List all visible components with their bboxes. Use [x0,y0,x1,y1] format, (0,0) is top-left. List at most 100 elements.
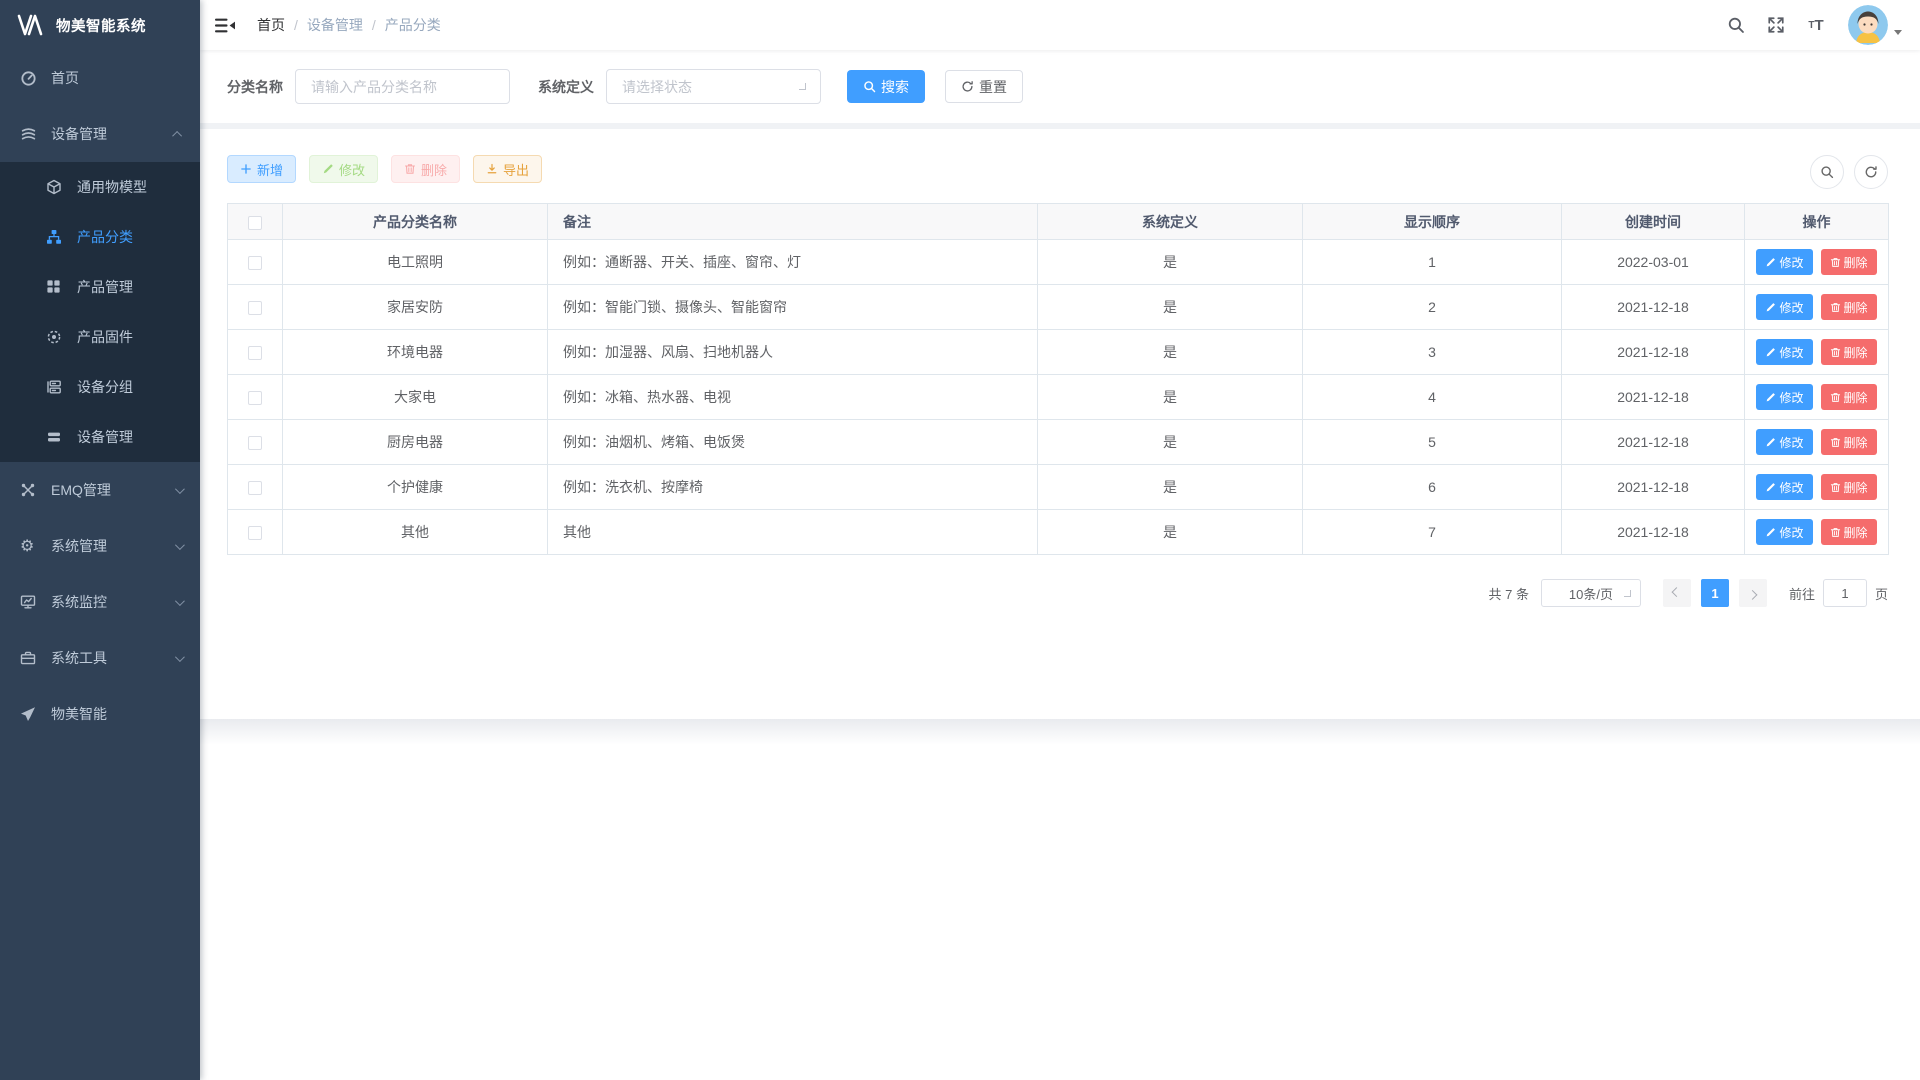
delete-button-label: 删除 [421,160,447,179]
row-edit-button[interactable]: 修改 [1756,249,1812,275]
row-delete-button[interactable]: 删除 [1821,429,1877,455]
sidebar-item-home[interactable]: 首页 [0,50,200,106]
row-checkbox[interactable] [248,391,262,405]
device-list-icon [46,429,63,446]
cell-created: 2021-12-18 [1562,375,1745,420]
chevron-down-icon [175,652,185,662]
row-delete-label: 删除 [1844,479,1868,496]
category-tree-icon [46,229,63,246]
row-checkbox[interactable] [248,346,262,360]
column-header-action: 操作 [1745,204,1889,240]
refresh-icon[interactable] [1854,155,1888,189]
sidebar-item-thing-model[interactable]: 通用物模型 [0,162,200,212]
sidebar-item-device-list[interactable]: 设备管理 [0,412,200,462]
sidebar-item-system-monitor[interactable]: 系统监控 [0,574,200,630]
cell-order: 7 [1303,510,1562,555]
export-button-label: 导出 [503,160,529,179]
goto-page-input[interactable] [1823,579,1867,607]
add-button-label: 新增 [257,160,283,179]
row-delete-button[interactable]: 删除 [1821,339,1877,365]
next-page-button[interactable] [1739,579,1767,607]
font-size-icon[interactable]: TT [1800,5,1832,45]
search-icon[interactable] [1720,5,1752,45]
table-row[interactable]: 大家电 例如：冰箱、热水器、电视 是 4 2021-12-18 修改删除 [228,375,1889,420]
table-row[interactable]: 环境电器 例如：加湿器、风扇、扫地机器人 是 3 2021-12-18 修改删除 [228,330,1889,375]
cell-name: 家居安防 [283,285,548,330]
row-checkbox[interactable] [248,481,262,495]
row-edit-label: 修改 [1779,299,1803,316]
navbar-tools: TT [1720,5,1902,45]
cell-order: 3 [1303,330,1562,375]
sidebar-item-product-category[interactable]: 产品分类 [0,212,200,262]
chevron-left-icon [1672,587,1682,597]
toggle-search-icon[interactable] [1810,155,1844,189]
breadcrumb-home[interactable]: 首页 [257,15,285,35]
app-logo[interactable]: 物美智能系统 [0,0,200,50]
table-toolbar: 新增 修改 删除 导出 [227,155,1888,189]
sidebar-item-product-management[interactable]: 产品管理 [0,262,200,312]
row-edit-button[interactable]: 修改 [1756,474,1812,500]
row-checkbox[interactable] [248,301,262,315]
sidebar-item-system-management[interactable]: ⚙ 系统管理 [0,518,200,574]
sidebar-item-label: 系统管理 [51,536,175,556]
page-number-button[interactable]: 1 [1701,579,1729,607]
prev-page-button[interactable] [1663,579,1691,607]
sidebar-item-product-firmware[interactable]: 产品固件 [0,312,200,362]
page-size-select[interactable]: 10条/页 [1541,579,1641,607]
sidebar-item-system-tools[interactable]: 系统工具 [0,630,200,686]
table-row[interactable]: 其他 其他 是 7 2021-12-18 修改删除 [228,510,1889,555]
grid-icon [46,279,63,296]
export-button[interactable]: 导出 [473,155,542,183]
system-defined-select[interactable]: 请选择状态 [606,69,821,104]
column-header-created: 创建时间 [1562,204,1745,240]
sidebar-item-device-group[interactable]: 设备分组 [0,362,200,412]
row-checkbox[interactable] [248,436,262,450]
delete-button[interactable]: 删除 [391,155,460,183]
row-delete-label: 删除 [1844,299,1868,316]
chevron-down-icon [175,540,185,550]
cell-order: 5 [1303,420,1562,465]
page-size-value: 10条/页 [1569,584,1613,603]
row-delete-button[interactable]: 删除 [1821,474,1877,500]
add-button[interactable]: 新增 [227,155,296,183]
pagination: 共 7 条 10条/页 1 前往 页 [227,579,1888,607]
row-edit-button[interactable]: 修改 [1756,339,1812,365]
row-edit-button[interactable]: 修改 [1756,384,1812,410]
row-edit-button[interactable]: 修改 [1756,519,1812,545]
edit-button-label: 修改 [339,160,365,179]
sidebar-item-label: 首页 [51,68,182,88]
select-all-checkbox[interactable] [248,216,262,230]
row-edit-button[interactable]: 修改 [1756,294,1812,320]
sidebar-toggle-icon[interactable] [215,18,235,33]
table-row[interactable]: 家居安防 例如：智能门锁、摄像头、智能窗帘 是 2 2021-12-18 修改删… [228,285,1889,330]
caret-down-icon [1894,30,1902,35]
sidebar-item-emq[interactable]: EMQ管理 [0,462,200,518]
row-delete-button[interactable]: 删除 [1821,249,1877,275]
cell-sysdef: 是 [1038,375,1303,420]
table-row[interactable]: 电工照明 例如：通断器、开关、插座、窗帘、灯 是 1 2022-03-01 修改… [228,240,1889,285]
edit-button[interactable]: 修改 [309,155,378,183]
sidebar-item-wumei-smart[interactable]: 物美智能 [0,686,200,742]
table-row[interactable]: 厨房电器 例如：油烟机、烤箱、电饭煲 是 5 2021-12-18 修改删除 [228,420,1889,465]
cell-created: 2022-03-01 [1562,240,1745,285]
category-name-input[interactable] [295,69,510,104]
sidebar-item-device-management[interactable]: 设备管理 [0,106,200,162]
table-row[interactable]: 个护健康 例如：洗衣机、按摩椅 是 6 2021-12-18 修改删除 [228,465,1889,510]
row-checkbox[interactable] [248,526,262,540]
reset-button[interactable]: 重置 [945,70,1023,103]
column-header-sysdef: 系统定义 [1038,204,1303,240]
chevron-down-icon [799,83,806,90]
row-delete-label: 删除 [1844,389,1868,406]
fullscreen-icon[interactable] [1760,5,1792,45]
row-edit-button[interactable]: 修改 [1756,429,1812,455]
breadcrumb-device-management: 设备管理 [307,15,363,35]
avatar[interactable] [1848,5,1888,45]
row-checkbox[interactable] [248,256,262,270]
row-delete-button[interactable]: 删除 [1821,294,1877,320]
sidebar-item-label: 产品固件 [77,327,182,347]
search-button[interactable]: 搜索 [847,70,925,103]
row-delete-button[interactable]: 删除 [1821,384,1877,410]
send-icon [20,706,37,723]
user-menu[interactable] [1848,5,1902,45]
row-delete-button[interactable]: 删除 [1821,519,1877,545]
